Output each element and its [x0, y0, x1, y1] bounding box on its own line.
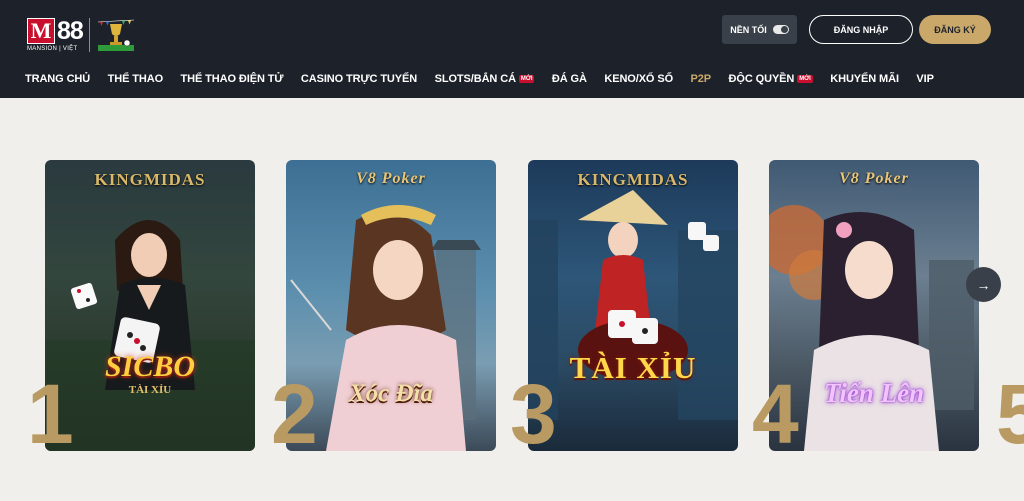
- logo-divider: [88, 18, 90, 52]
- page: M 88 MANSION | VIỆT NỀN TỐI ĐĂNG NHẬP ĐĂ…: [0, 0, 1024, 501]
- toggle-switch-icon: [772, 25, 789, 34]
- new-badge: MỚI: [797, 75, 813, 83]
- rank-number: 5: [996, 367, 1024, 461]
- site-logo[interactable]: M 88 MANSION | VIỆT: [27, 18, 136, 54]
- game-title: SICBO: [104, 350, 196, 383]
- rank-number: 4: [752, 367, 799, 461]
- nav-item-khuyen-mai[interactable]: KHUYẾN MÃI: [830, 73, 899, 85]
- nav-item-label: VIP: [916, 73, 934, 85]
- game-character-image: [528, 190, 738, 420]
- trophy-icon: [97, 19, 134, 51]
- nav-item-slots[interactable]: SLOTS/BẮN CÁ MỚI: [435, 73, 535, 85]
- nav-item-label: ĐỘC QUYỀN: [728, 73, 795, 85]
- site-header: M 88 MANSION | VIỆT NỀN TỐI ĐĂNG NHẬP ĐĂ…: [0, 0, 1024, 98]
- nav-item-label: TRANG CHỦ: [25, 73, 91, 85]
- login-button[interactable]: ĐĂNG NHẬP: [809, 15, 913, 44]
- nav-item-label: SLOTS/BẮN CÁ: [434, 73, 516, 85]
- rank-number: 3: [510, 367, 557, 461]
- game-subtitle: TÀI XỈU: [128, 384, 172, 396]
- game-card-tai-xiu[interactable]: KINGMIDAS TÀI XỈU: [528, 160, 738, 451]
- nav-item-da-ga[interactable]: ĐÁ GÀ: [552, 73, 587, 85]
- nav-item-keno[interactable]: KENO/XỔ SỐ: [604, 73, 673, 85]
- logo-subtitle: MANSION | VIỆT: [27, 46, 78, 52]
- main-nav: TRANG CHỦ THỂ THAO THỂ THAO ĐIỆN TỬ CASI…: [25, 72, 951, 86]
- game-character-image: [45, 220, 255, 451]
- nav-item-label: THỂ THAO ĐIỆN TỬ: [180, 73, 284, 85]
- game-title: Tiến Lên: [823, 378, 925, 408]
- rank-number: 2: [271, 367, 318, 461]
- dark-mode-label: NỀN TỐI: [730, 24, 767, 35]
- dark-mode-toggle[interactable]: NỀN TỐI: [722, 15, 797, 44]
- logo-m-icon: M: [27, 18, 55, 44]
- game-title: TÀI XỈU: [569, 350, 697, 385]
- nav-item-label: P2P: [690, 73, 712, 85]
- nav-item-label: KENO/XỔ SỐ: [604, 73, 674, 85]
- nav-item-vip[interactable]: VIP: [916, 73, 934, 85]
- rank-number: 1: [27, 367, 74, 461]
- nav-item-label: THỂ THAO: [107, 73, 164, 85]
- new-badge: MỚI: [518, 75, 535, 83]
- nav-item-trang-chu[interactable]: TRANG CHỦ: [25, 73, 90, 85]
- nav-item-casino[interactable]: CASINO TRỰC TUYẾN: [301, 73, 417, 85]
- logo-number: 88: [57, 17, 84, 45]
- carousel-next-button[interactable]: →: [966, 267, 1001, 302]
- arrow-right-icon: →: [976, 276, 991, 293]
- nav-item-the-thao[interactable]: THỂ THAO: [107, 73, 164, 85]
- register-button[interactable]: ĐĂNG KÝ: [919, 15, 991, 44]
- nav-item-p2p[interactable]: P2P: [691, 73, 712, 85]
- nav-item-label: KHUYẾN MÃI: [830, 73, 899, 85]
- game-card-sicbo[interactable]: KINGMIDAS SICBO TÀI XỈU: [45, 160, 255, 451]
- nav-item-doc-quyen[interactable]: ĐỘC QUYỀN MỚI: [729, 73, 813, 85]
- logo-mark: M 88 MANSION | VIỆT: [27, 17, 84, 52]
- nav-item-the-thao-dien-tu[interactable]: THỂ THAO ĐIỆN TỬ: [181, 73, 284, 85]
- game-card-tien-len[interactable]: V8 Poker Tiến Lên: [769, 160, 979, 451]
- nav-item-label: ĐÁ GÀ: [551, 73, 587, 85]
- nav-item-label: CASINO TRỰC TUYẾN: [300, 73, 418, 85]
